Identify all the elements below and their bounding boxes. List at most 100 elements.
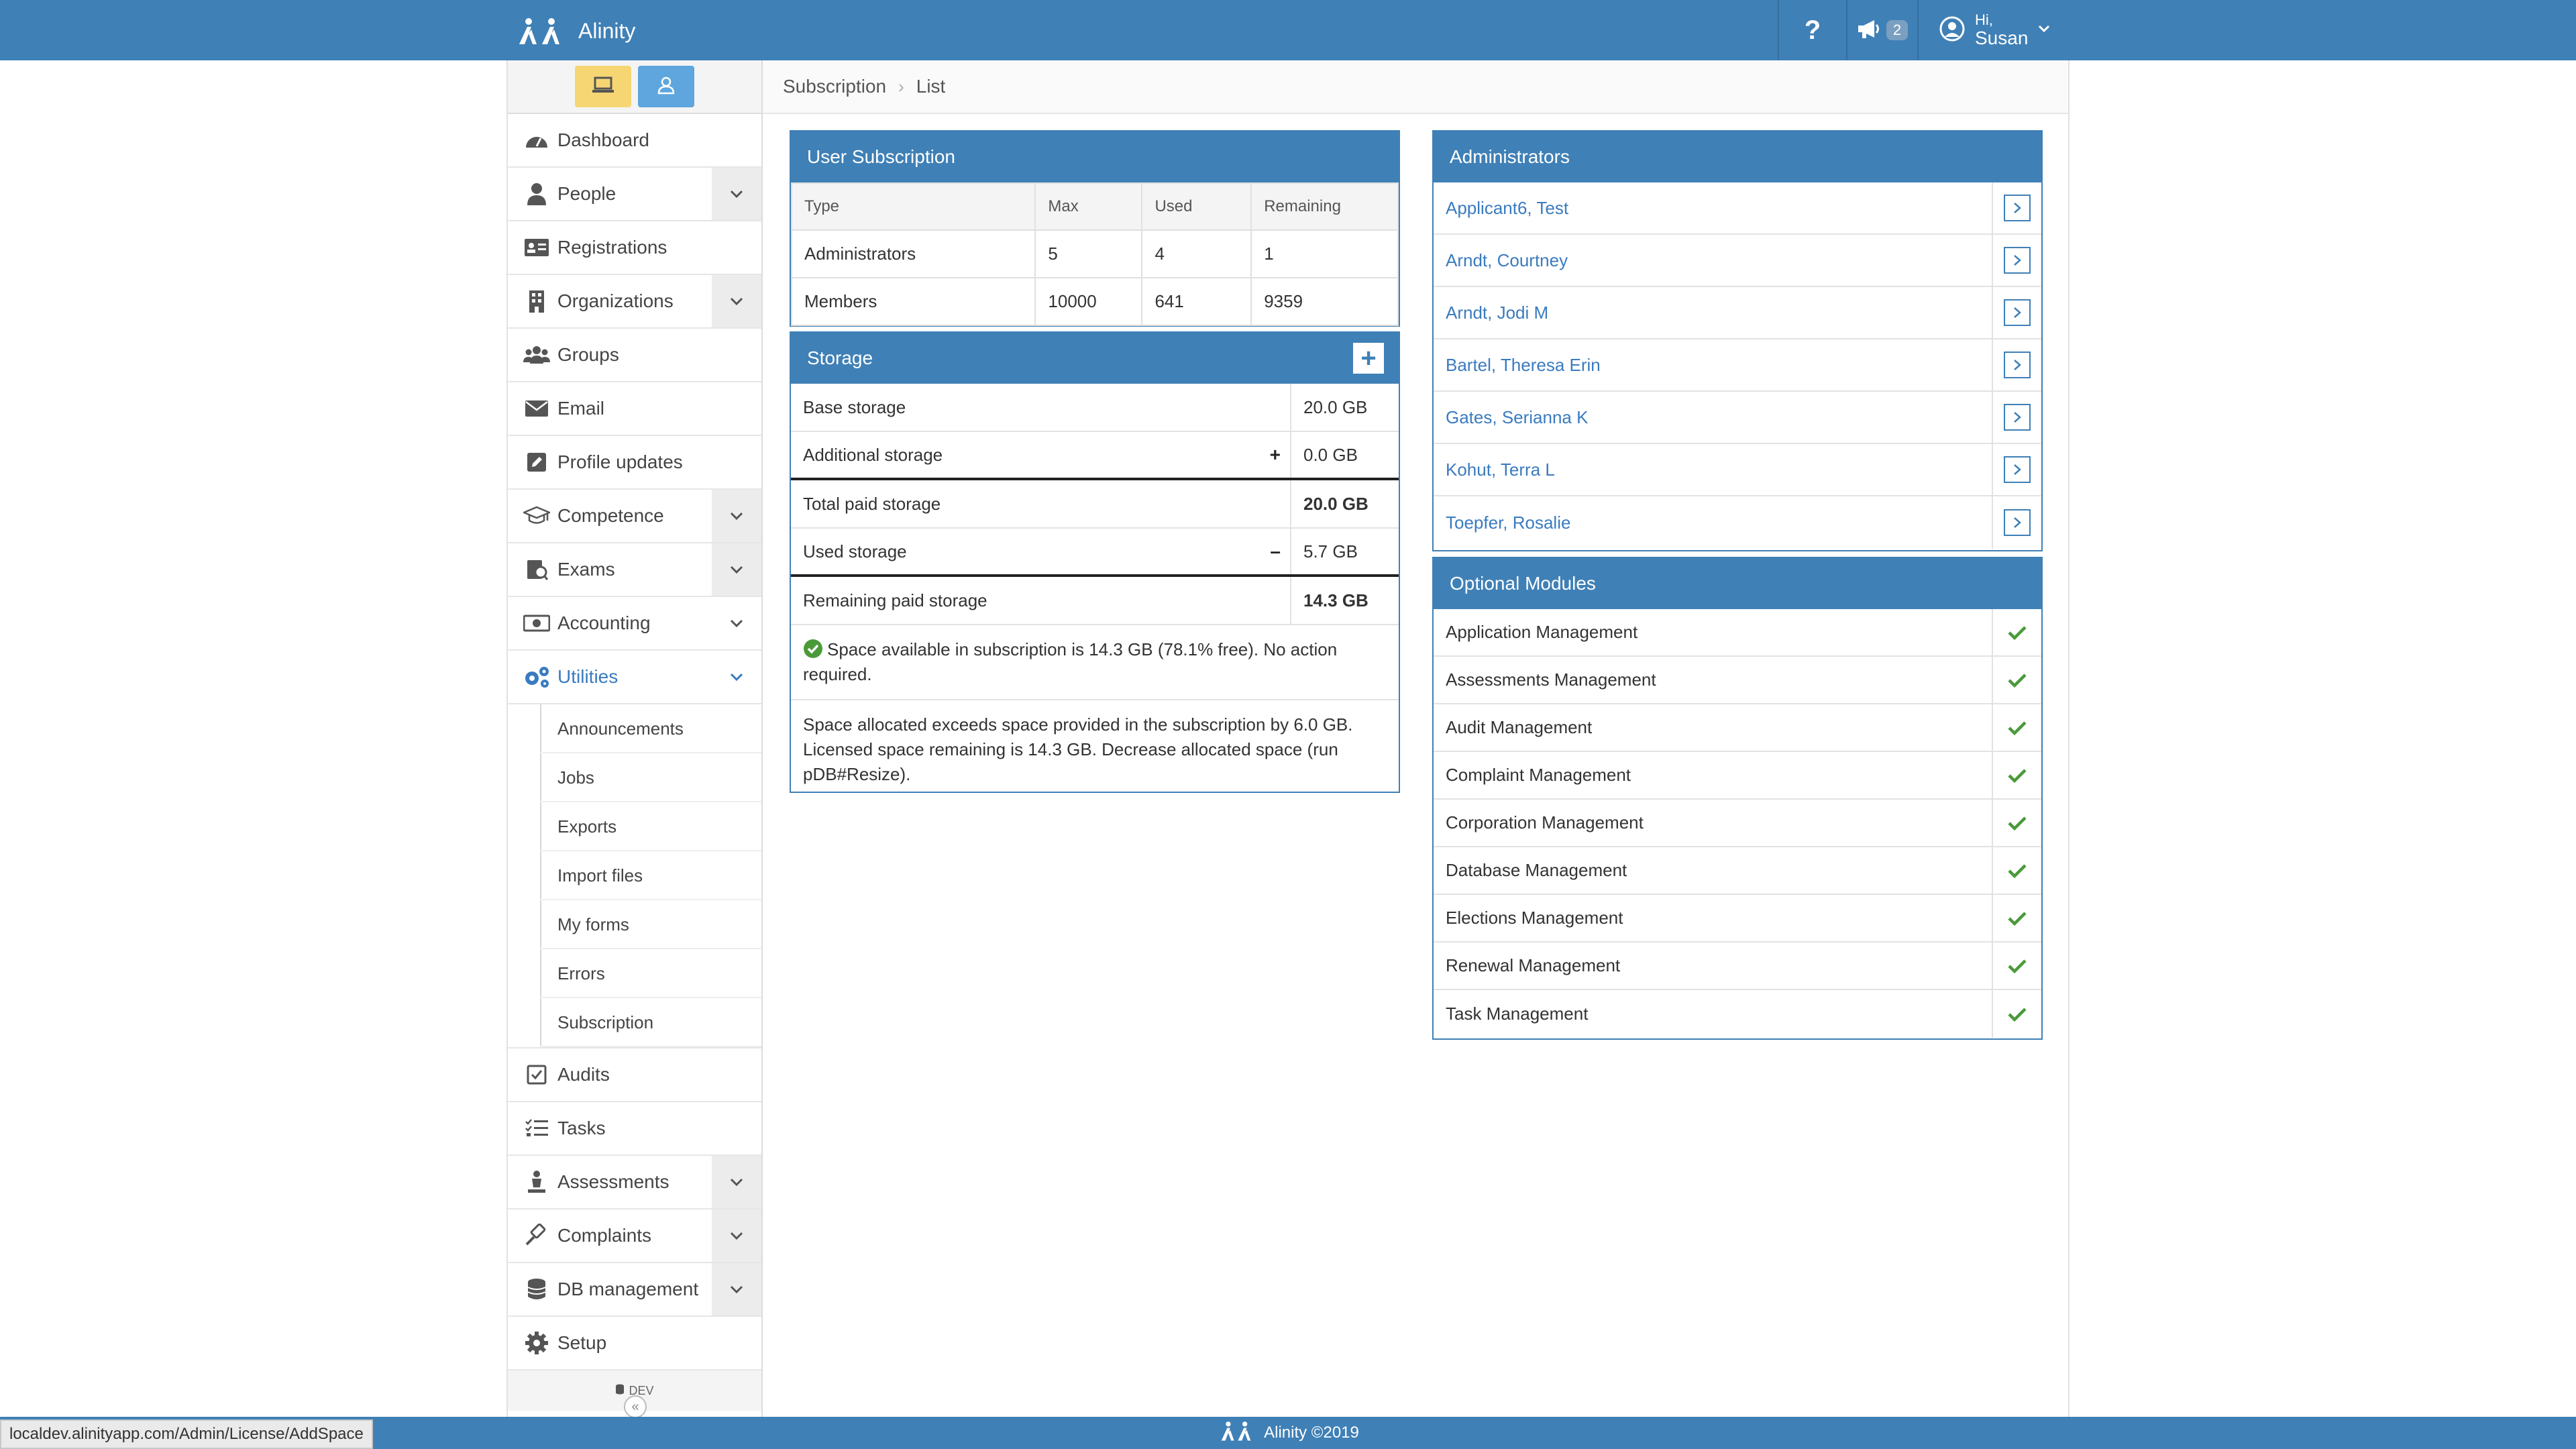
sidebar-item-complaints[interactable]: Complaints: [508, 1210, 761, 1263]
storage-row-remaining-paid-storage: Remaining paid storage 14.3 GB: [791, 577, 1399, 625]
module-name: Task Management: [1446, 1004, 1589, 1024]
person-icon: [523, 180, 551, 208]
administrator-link[interactable]: Applicant6, Test: [1434, 182, 1992, 233]
chevron-down-icon[interactable]: [712, 168, 761, 220]
sidebar-item-label: Complaints: [557, 1225, 652, 1246]
user-circle-icon: [1939, 15, 1966, 46]
chevron-down-icon[interactable]: [712, 1156, 761, 1208]
chevron-right-icon: [2004, 195, 2031, 221]
breadcrumb-subscription[interactable]: Subscription: [783, 76, 886, 97]
storage-row-additional-storage: Additional storage +0.0 GB: [791, 432, 1399, 480]
storage-label: Base storage: [791, 384, 1290, 431]
submenu-item-jobs[interactable]: Jobs: [508, 753, 761, 802]
storage-value: 14.3 GB: [1290, 577, 1399, 624]
submenu-item-announcements[interactable]: Announcements: [508, 704, 761, 753]
chevron-down-icon[interactable]: [712, 1210, 761, 1262]
submenu-item-exports[interactable]: Exports: [508, 802, 761, 851]
user-subscription-title: User Subscription: [791, 131, 1399, 182]
administrators-title: Administrators: [1434, 131, 2041, 182]
table-cell: 10000: [1034, 277, 1143, 326]
storage-label: Additional storage +: [791, 432, 1290, 478]
open-administrator-button[interactable]: [1992, 496, 2041, 549]
administrator-link[interactable]: Arndt, Courtney: [1434, 235, 1992, 286]
table-cell: Administrators: [790, 229, 1036, 278]
brand[interactable]: Alinity: [514, 13, 635, 48]
chevron-down-icon[interactable]: [712, 651, 761, 703]
utilities-submenu: Announcements Jobs Exports Import files My f…: [508, 704, 761, 1049]
sidebar-item-profile-updates[interactable]: Profile updates: [508, 436, 761, 490]
sidebar-item-groups[interactable]: Groups: [508, 329, 761, 382]
desktop-view-button[interactable]: [575, 66, 631, 107]
table-cell: 9359: [1250, 277, 1399, 326]
column-header-remaining: Remaining: [1250, 182, 1399, 231]
sidebar-item-tasks[interactable]: Tasks: [508, 1102, 761, 1156]
breadcrumb-separator-icon: ›: [898, 76, 904, 97]
optional-modules-panel: Optional Modules Application Management A…: [1432, 557, 2043, 1040]
submenu-item-errors[interactable]: Errors: [508, 949, 761, 998]
storage-ok-text: Space available in subscription is 14.3 …: [803, 639, 1338, 684]
user-subscription-table: Type Max Used Remaining Administrators 5 4 1 Me…: [790, 182, 1399, 326]
submenu-item-my-forms[interactable]: My forms: [508, 900, 761, 949]
open-administrator-button[interactable]: [1992, 444, 2041, 495]
chevron-down-icon[interactable]: [712, 490, 761, 542]
add-storage-button[interactable]: +: [1353, 343, 1384, 374]
sidebar-item-organizations[interactable]: Organizations: [508, 275, 761, 329]
chevron-down-icon[interactable]: [712, 1263, 761, 1316]
greeting-text: Hi,: [1975, 11, 1993, 28]
administrator-link[interactable]: Gates, Serianna K: [1434, 392, 1992, 443]
gear-icon: [523, 1329, 551, 1357]
storage-title: Storage: [807, 347, 873, 368]
sidebar-item-audits[interactable]: Audits: [508, 1049, 761, 1102]
browser-status-url: localdev.alinityapp.com/Admin/License/Ad…: [0, 1419, 373, 1449]
table-cell: 1: [1250, 229, 1399, 278]
sidebar-item-label: Audits: [557, 1064, 610, 1085]
sidebar-item-dashboard[interactable]: Dashboard: [508, 114, 761, 168]
submenu-item-import-files[interactable]: Import files: [508, 851, 761, 900]
sidebar-item-accounting[interactable]: Accounting: [508, 597, 761, 651]
administrator-link[interactable]: Bartel, Theresa Erin: [1434, 339, 1992, 390]
sidebar-item-label: Exams: [557, 559, 615, 580]
sidebar-item-competence[interactable]: Competence: [508, 490, 761, 543]
open-administrator-button[interactable]: [1992, 182, 2041, 233]
footer: Alinity ©2019: [0, 1417, 2576, 1449]
sidebar-item-label: Assessments: [557, 1171, 669, 1192]
sidebar-item-utilities[interactable]: Utilities: [508, 651, 761, 704]
chevron-down-icon[interactable]: [712, 543, 761, 596]
module-row: Database Management: [1434, 847, 2041, 895]
open-administrator-button[interactable]: [1992, 287, 2041, 338]
open-administrator-button[interactable]: [1992, 392, 2041, 443]
administrator-link[interactable]: Toepfer, Rosalie: [1434, 496, 1992, 549]
check-icon: [1992, 800, 2041, 846]
chevron-down-icon[interactable]: [712, 275, 761, 327]
sidebar-item-assessments[interactable]: Assessments: [508, 1156, 761, 1210]
sidebar-item-db-management[interactable]: DB management: [508, 1263, 761, 1317]
check-square-icon: [523, 1061, 551, 1089]
module-name: Database Management: [1446, 860, 1627, 880]
table-cell: Members: [790, 277, 1036, 326]
table-row: Members 10000 641 9359: [790, 277, 1399, 326]
module-name: Audit Management: [1446, 717, 1593, 737]
sidebar-item-registrations[interactable]: Registrations: [508, 221, 761, 275]
announcements-button[interactable]: 2: [1846, 0, 1917, 60]
sidebar-item-setup[interactable]: Setup: [508, 1317, 761, 1371]
cogs-icon: [523, 663, 551, 691]
administrator-link[interactable]: Kohut, Terra L: [1434, 444, 1992, 495]
sidebar-item-exams[interactable]: Exams: [508, 543, 761, 597]
sidebar-item-people[interactable]: People: [508, 168, 761, 221]
submenu-item-subscription[interactable]: Subscription: [508, 998, 761, 1047]
check-icon: [1992, 657, 2041, 703]
sidebar-item-email[interactable]: Email: [508, 382, 761, 436]
chevron-right-icon: [2004, 456, 2031, 483]
administrator-link[interactable]: Arndt, Jodi M: [1434, 287, 1992, 338]
chevron-down-icon[interactable]: [712, 597, 761, 649]
person-outline-icon: [657, 76, 676, 98]
user-menu-button[interactable]: Hi, Susan: [1917, 0, 2069, 60]
chevron-down-icon: [2037, 24, 2051, 37]
help-button[interactable]: ?: [1778, 0, 1846, 60]
collapse-sidebar-button[interactable]: «: [624, 1395, 647, 1418]
open-administrator-button[interactable]: [1992, 235, 2041, 286]
administrator-row: Toepfer, Rosalie: [1434, 496, 2041, 549]
open-administrator-button[interactable]: [1992, 339, 2041, 390]
person-view-button[interactable]: [638, 66, 694, 107]
module-name: Application Management: [1446, 622, 1638, 642]
